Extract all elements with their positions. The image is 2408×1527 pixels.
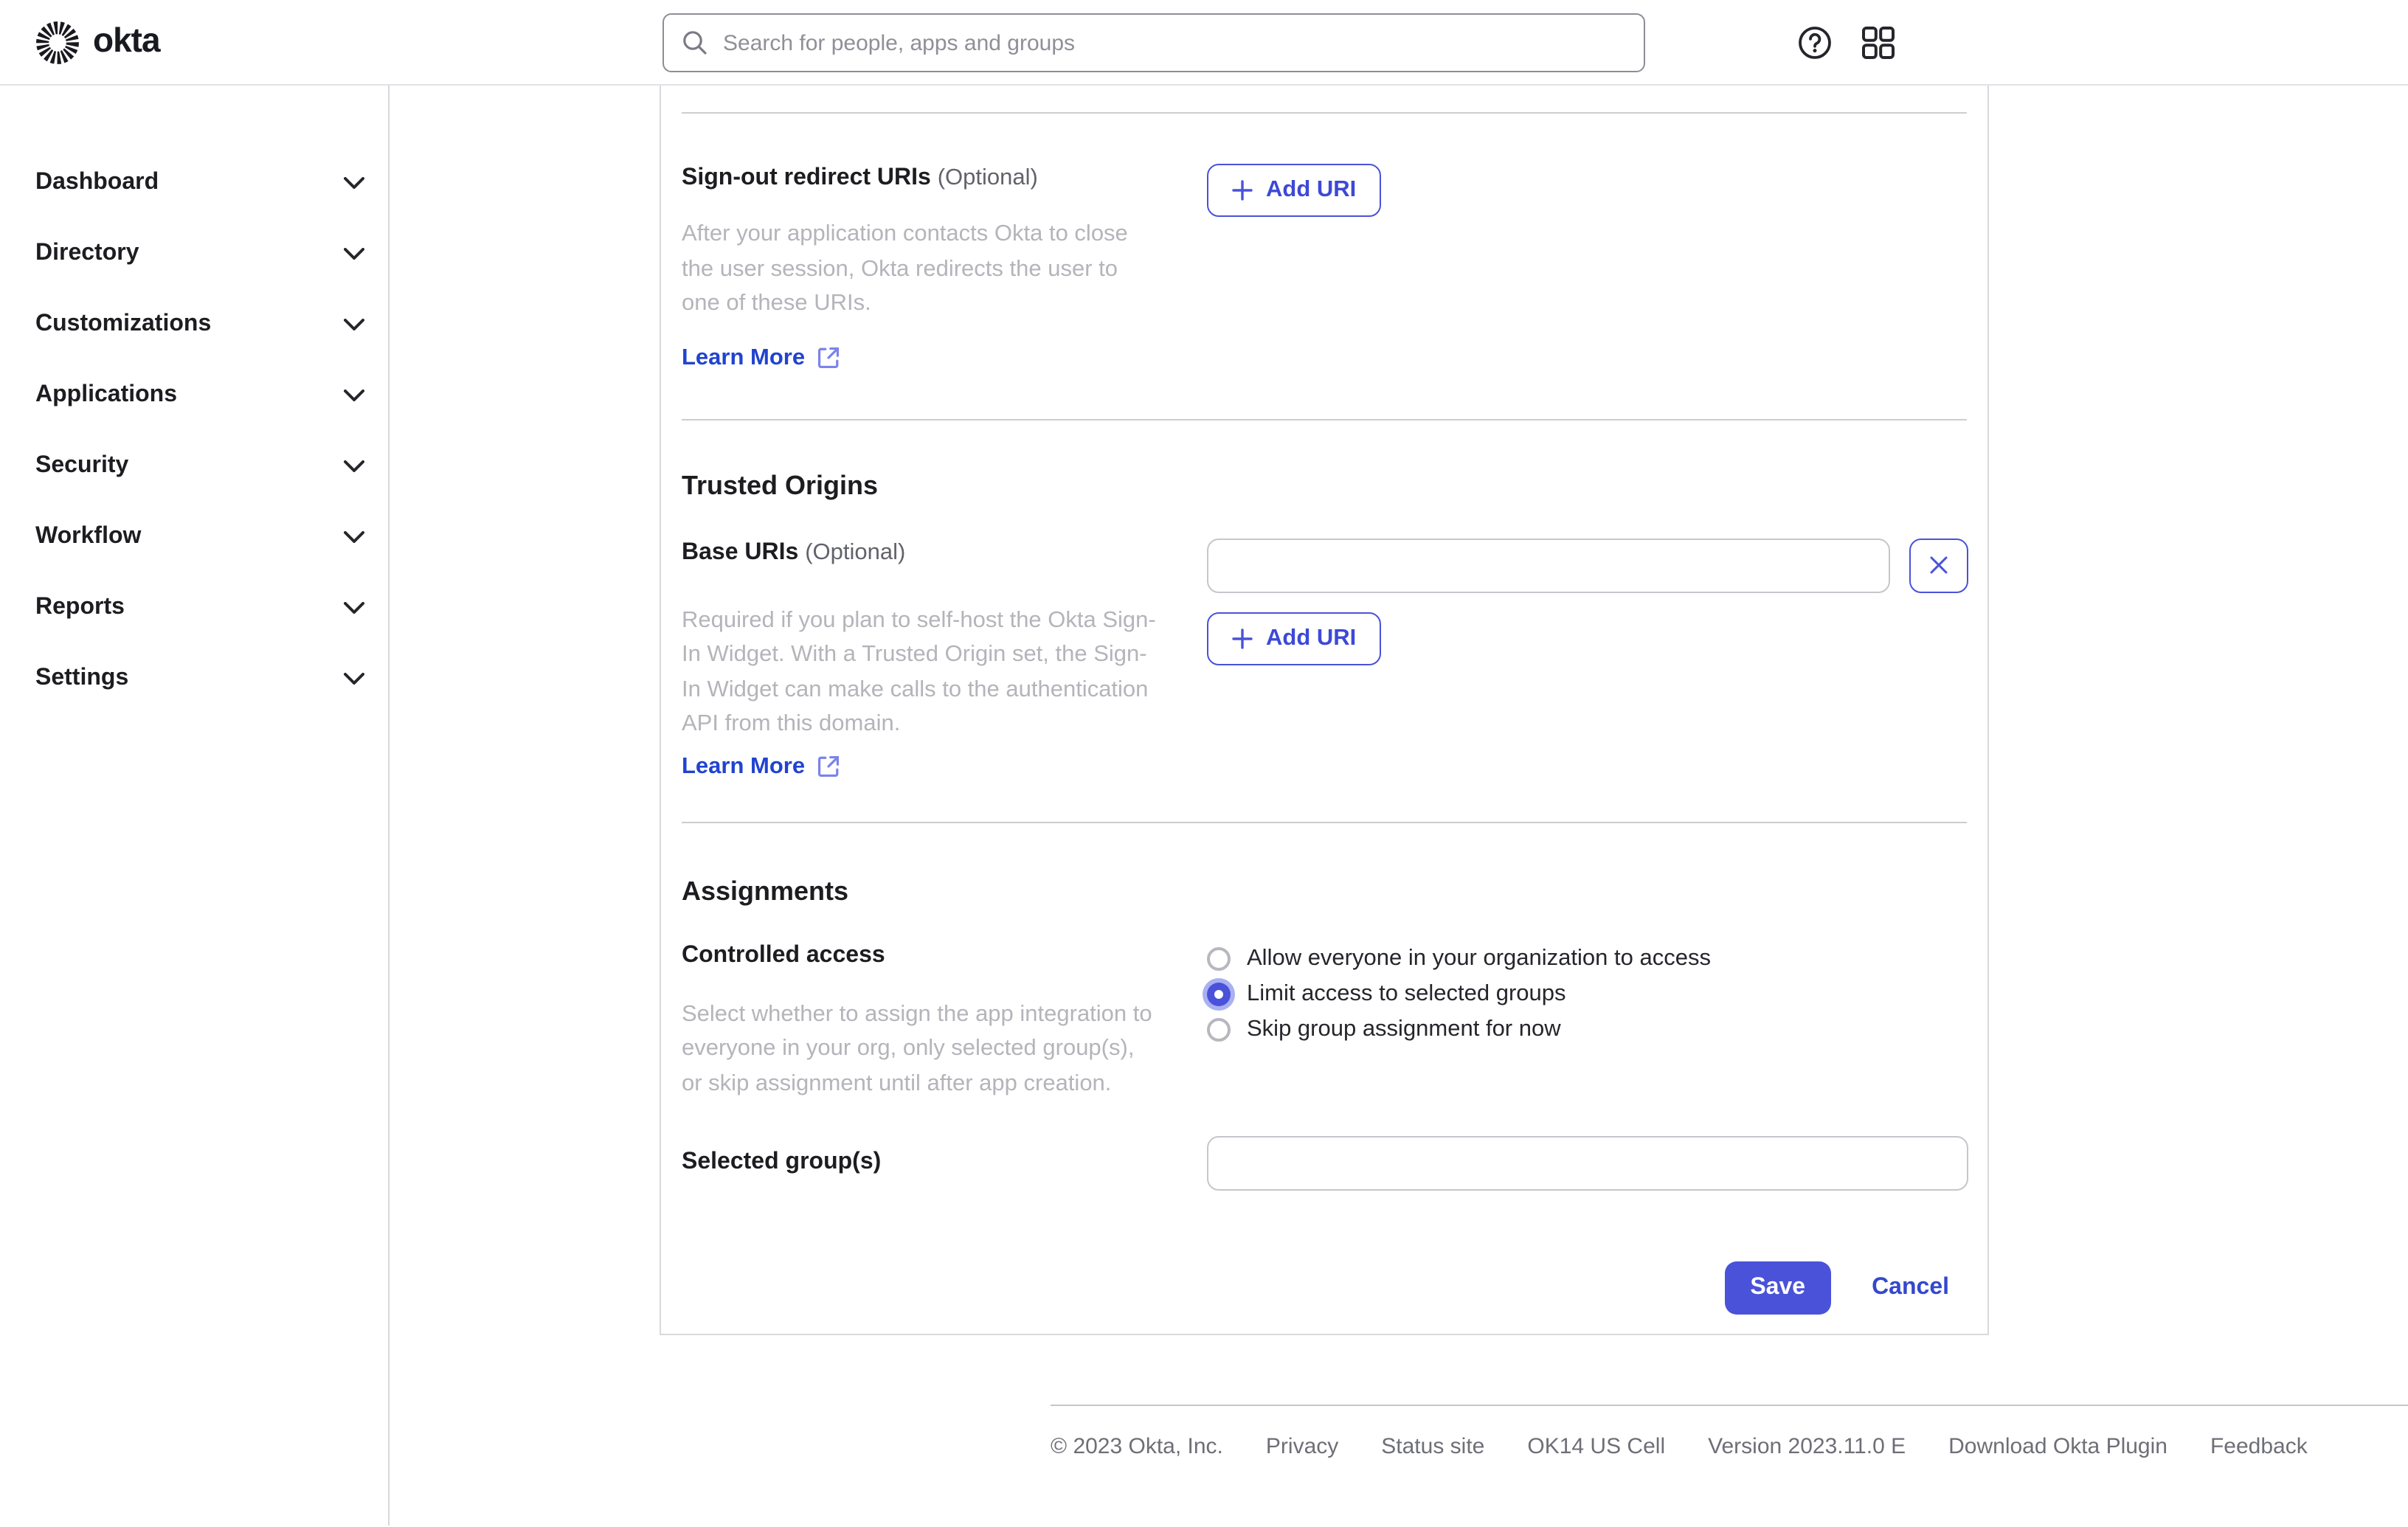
add-base-uri-button[interactable]: Add URI xyxy=(1207,612,1382,665)
signout-redirect-label: Sign-out redirect URIs (Optional) xyxy=(682,165,1038,190)
external-link-icon xyxy=(817,755,839,778)
footer-version-text: Version 2023.11.0 E xyxy=(1708,1434,1906,1459)
selected-groups-input[interactable] xyxy=(1207,1136,1968,1191)
copyright-text: © 2023 Okta, Inc. xyxy=(1051,1434,1223,1459)
selected-groups-label: Selected group(s) xyxy=(682,1149,882,1174)
assignments-heading: Assignments xyxy=(682,876,849,905)
trusted-origins-section: Trusted Origins Base URIs (Optional) Req… xyxy=(682,420,1968,821)
footer-link-privacy[interactable]: Privacy xyxy=(1266,1434,1338,1459)
footer-link-status-site[interactable]: Status site xyxy=(1381,1434,1484,1459)
chevron-down-icon xyxy=(344,673,364,685)
assignments-section: Assignments Controlled access Select whe… xyxy=(682,823,1968,1191)
okta-spinner-icon xyxy=(36,21,79,64)
apps-menu-button[interactable] xyxy=(1861,25,1896,60)
footer-divider xyxy=(1051,1405,2408,1406)
signout-learn-more-link[interactable]: Learn More xyxy=(682,344,839,371)
controlled-access-description: Select whether to assign the app integra… xyxy=(682,1001,1152,1095)
app-root: okta Search for people, apps and groups … xyxy=(0,0,2408,1527)
controlled-access-options: Allow everyone in your organization to a… xyxy=(1207,941,1967,1047)
sidebar-item-customizations[interactable]: Customizations xyxy=(0,289,388,360)
okta-logo[interactable]: okta xyxy=(35,0,161,86)
radio-unchecked[interactable] xyxy=(1207,946,1231,970)
trusted-origins-heading: Trusted Origins xyxy=(682,470,879,499)
sidebar-item-directory[interactable]: Directory xyxy=(0,218,388,289)
search-icon xyxy=(683,31,707,55)
optional-tag: (Optional) xyxy=(805,539,906,564)
base-uris-label: Base URIs (Optional) xyxy=(682,539,906,564)
plus-icon xyxy=(1232,180,1253,201)
base-uris-description: Required if you plan to self-host the Ok… xyxy=(682,607,1156,736)
app-settings-panel: Sign-out redirect URIs (Optional) After … xyxy=(660,86,1989,1335)
footer-link-download-plugin[interactable]: Download Okta Plugin xyxy=(1948,1434,2167,1459)
signout-redirect-section: Sign-out redirect URIs (Optional) After … xyxy=(682,114,1967,418)
add-signout-uri-button[interactable]: Add URI xyxy=(1207,164,1382,217)
sidebar-item-applications[interactable]: Applications xyxy=(0,360,388,431)
form-actions: Save Cancel xyxy=(682,1261,1967,1315)
apps-grid-icon xyxy=(1862,27,1895,59)
chevron-down-icon xyxy=(344,389,364,401)
sidebar-item-settings[interactable]: Settings xyxy=(0,643,388,714)
radio-option-skip-assignment[interactable]: Skip group assignment for now xyxy=(1207,1011,1967,1047)
controlled-access-label: Controlled access xyxy=(682,942,885,967)
help-icon xyxy=(1799,27,1831,59)
help-button[interactable] xyxy=(1797,25,1833,60)
chevron-down-icon xyxy=(344,177,364,189)
radio-option-limit-groups[interactable]: Limit access to selected groups xyxy=(1207,976,1967,1011)
footer-link-feedback[interactable]: Feedback xyxy=(2210,1434,2308,1459)
sidebar-item-workflow[interactable]: Workflow xyxy=(0,502,388,572)
trusted-origins-learn-more-link[interactable]: Learn More xyxy=(682,753,839,780)
optional-tag: (Optional) xyxy=(937,165,1038,190)
radio-checked[interactable] xyxy=(1207,982,1231,1005)
plus-icon xyxy=(1232,628,1253,648)
remove-base-uri-button[interactable] xyxy=(1909,538,1968,592)
page-footer: © 2023 Okta, Inc. Privacy Status site OK… xyxy=(1051,1405,2408,1459)
main-area: Sign-out redirect URIs (Optional) After … xyxy=(390,86,2408,1526)
global-search[interactable] xyxy=(662,13,1645,72)
chevron-down-icon xyxy=(344,460,364,472)
base-uri-input[interactable] xyxy=(1207,538,1890,592)
external-link-icon xyxy=(817,347,839,369)
save-button[interactable]: Save xyxy=(1725,1261,1831,1315)
brand-wordmark: okta xyxy=(93,21,161,59)
chevron-down-icon xyxy=(344,319,364,330)
top-header: okta xyxy=(0,0,2408,86)
signout-redirect-description: After your application contacts Okta to … xyxy=(682,221,1128,316)
radio-unchecked[interactable] xyxy=(1207,1017,1231,1041)
chevron-down-icon xyxy=(344,602,364,614)
chevron-down-icon xyxy=(344,531,364,543)
radio-option-allow-everyone[interactable]: Allow everyone in your organization to a… xyxy=(1207,941,1967,976)
sidebar-item-dashboard[interactable]: Dashboard xyxy=(0,148,388,218)
footer-link-cell[interactable]: OK14 US Cell xyxy=(1527,1434,1665,1459)
sidebar-item-reports[interactable]: Reports xyxy=(0,572,388,643)
chevron-down-icon xyxy=(344,248,364,260)
sidebar-item-security[interactable]: Security xyxy=(0,431,388,502)
close-icon xyxy=(1930,556,1948,574)
cancel-button[interactable]: Cancel xyxy=(1872,1275,1949,1301)
search-input[interactable] xyxy=(723,30,1626,55)
sidebar-nav: Dashboard Directory Customizations Appli… xyxy=(0,86,390,1526)
